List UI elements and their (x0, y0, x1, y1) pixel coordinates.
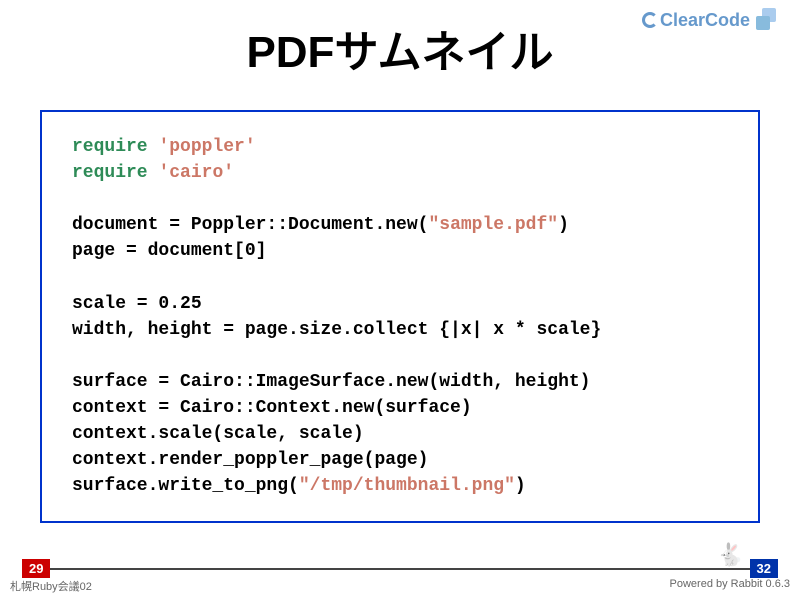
code-line: ) (515, 476, 526, 496)
rabbit-icon: 🐇 (717, 542, 744, 568)
string: 'poppler' (158, 137, 255, 157)
string: "sample.pdf" (428, 215, 558, 235)
code-line: page = document[0] (72, 241, 266, 261)
logo-c-icon (642, 12, 658, 28)
current-page-badge: 29 (22, 559, 50, 578)
code-line: document = Poppler::Document.new( (72, 215, 428, 235)
footer: 札幌Ruby会議02 Powered by Rabbit 0.6.3 (10, 578, 790, 594)
code-line: width, height = page.size.collect {|x| x… (72, 320, 601, 340)
footer-left: 札幌Ruby会議02 (10, 578, 92, 594)
footer-right: Powered by Rabbit 0.6.3 (670, 578, 790, 594)
keyword: require (72, 163, 148, 183)
keyword: require (72, 137, 148, 157)
code-line: context = Cairo::Context.new(surface) (72, 398, 472, 418)
logo-text: ClearCode (660, 10, 750, 31)
string: "/tmp/thumbnail.png" (299, 476, 515, 496)
code-line: context.render_poppler_page(page) (72, 450, 428, 470)
logo-blocks-icon (756, 8, 780, 32)
code-line: context.scale(scale, scale) (72, 424, 364, 444)
code-line: ) (558, 215, 569, 235)
total-pages-badge: 32 (750, 559, 778, 578)
string: 'cairo' (158, 163, 234, 183)
code-content: require 'poppler' require 'cairo' docume… (72, 134, 728, 499)
brand-logo: ClearCode (642, 8, 780, 32)
code-line: surface = Cairo::ImageSurface.new(width,… (72, 372, 590, 392)
code-line: surface.write_to_png( (72, 476, 299, 496)
code-block: require 'poppler' require 'cairo' docume… (40, 110, 760, 523)
progress-bar (28, 568, 772, 570)
code-line: scale = 0.25 (72, 294, 202, 314)
